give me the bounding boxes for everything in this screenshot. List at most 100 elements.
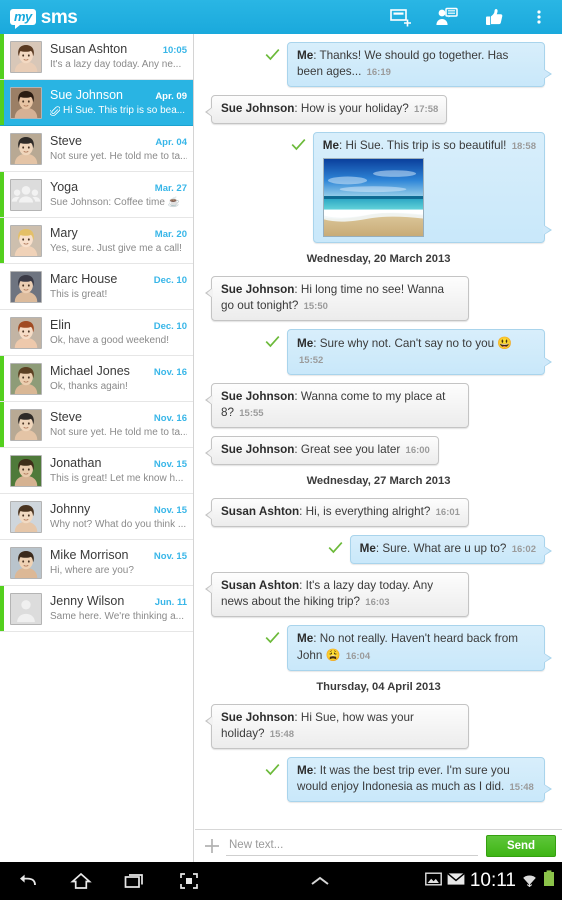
conversation-preview-row: This is great! Let me know h...	[50, 472, 187, 485]
message-time: 16:00	[405, 445, 430, 456]
conversation-name: Jonathan	[50, 456, 102, 470]
send-button[interactable]: Send	[486, 835, 556, 857]
conversation-item[interactable]: Yoga Mar. 27 Sue Johnson: Coffee time ☕	[0, 172, 193, 218]
message-bubble[interactable]: Me: Sure. What are u up to? 16:02	[349, 535, 553, 564]
message-row: Sue Johnson: Wanna come to my place at 8…	[205, 383, 552, 428]
conversation-preview-row: This is great!	[50, 288, 187, 301]
avatar	[10, 86, 42, 119]
delivered-check-icon	[265, 631, 280, 649]
message-row: Susan Ashton: It's a lazy day today. Any…	[205, 572, 552, 617]
message-time: 15:55	[239, 408, 264, 419]
thumbs-up-icon[interactable]	[470, 0, 516, 34]
message-bubble[interactable]: Susan Ashton: Hi, is everything alright?…	[205, 498, 469, 527]
message-row: Sue Johnson: Great see you later 16:00	[205, 436, 552, 465]
avatar	[10, 546, 42, 579]
unread-marker	[0, 448, 4, 493]
date-separator: Wednesday, 27 March 2013	[306, 475, 451, 487]
back-icon[interactable]	[0, 862, 54, 900]
avatar	[10, 40, 42, 73]
avatar	[10, 132, 42, 165]
conversation-list[interactable]: Susan Ashton 10:05 It's a lazy day today. …	[0, 34, 194, 862]
status-icons: 10:11	[424, 870, 562, 892]
conversation-item[interactable]: Mike Morrison Nov. 15 Hi, where are you?	[0, 540, 193, 586]
conversation-name: Mike Morrison	[50, 548, 129, 562]
message-bubble[interactable]: Sue Johnson: Great see you later 16:00	[205, 436, 439, 465]
message-time: 18:58	[511, 141, 536, 152]
conversation-item[interactable]: Jenny Wilson Jun. 11 Same here. We're thin…	[0, 586, 193, 632]
conversation-preview: Yes, sure. Just give me a call!	[50, 243, 182, 254]
conversation-item[interactable]: Elin Dec. 10 Ok, have a good weekend!	[0, 310, 193, 356]
conversation-name: Steve	[50, 134, 82, 148]
avatar	[10, 224, 42, 257]
conversation-preview-row: Yes, sure. Just give me a call!	[50, 242, 187, 255]
conversation-date: Nov. 16	[153, 413, 187, 424]
date-separator: Thursday, 04 April 2013	[316, 681, 441, 693]
message-sender: Sue Johnson	[221, 102, 295, 115]
conversation-item[interactable]: Susan Ashton 10:05 It's a lazy day today. …	[0, 34, 193, 80]
conversation-item[interactable]: Mary Mar. 20 Yes, sure. Just give me a cal…	[0, 218, 193, 264]
message-bubble[interactable]: Me: No not really. Haven't heard back fr…	[287, 625, 552, 671]
unread-marker	[0, 172, 4, 217]
delivered-check-icon	[265, 763, 280, 781]
conversation-item[interactable]: Jonathan Nov. 15 This is great! Let me kno…	[0, 448, 193, 494]
conversation-name: Marc House	[50, 272, 118, 286]
message-composer: Send	[195, 829, 562, 862]
expand-icon[interactable]	[216, 874, 425, 888]
avatar	[10, 454, 42, 487]
recent-apps-icon[interactable]	[108, 862, 162, 900]
message-time: 17:58	[413, 104, 439, 115]
message-sender: Sue Johnson	[221, 390, 295, 403]
message-time: 16:01	[435, 507, 460, 518]
message-time: 16:03	[365, 597, 390, 608]
conversation-date: Apr. 04	[155, 137, 187, 148]
message-time: 16:02	[511, 544, 536, 555]
conversation-preview-row: Ok, have a good weekend!	[50, 334, 187, 347]
conversation-date: Jun. 11	[154, 597, 187, 608]
new-message-input[interactable]	[226, 836, 478, 856]
new-message-icon[interactable]	[378, 0, 424, 34]
group-message-icon[interactable]	[424, 0, 470, 34]
message-row: Me: Sure. What are u up to? 16:02	[205, 535, 553, 564]
message-thread[interactable]: Me: Thanks! We should go together. Has b…	[195, 34, 562, 829]
message-bubble[interactable]: Susan Ashton: It's a lazy day today. Any…	[205, 572, 469, 617]
message-text: Great see you later	[300, 443, 401, 456]
conversation-item[interactable]: Michael Jones Nov. 16 Ok, thanks again!	[0, 356, 193, 402]
add-attachment-icon[interactable]	[203, 837, 221, 855]
conversation-item[interactable]: Johnny Nov. 15 Why not? What do you think …	[0, 494, 193, 540]
message-sender: Me	[359, 542, 376, 555]
message-bubble[interactable]: Me: Sure why not. Can't say no to you 😃 …	[287, 329, 552, 375]
message-bubble[interactable]: Me: Hi Sue. This trip is so beautiful! 1…	[312, 132, 553, 243]
message-bubble[interactable]: Sue Johnson: Hi long time no see! Wanna …	[205, 276, 469, 321]
conversation-name: Michael Jones	[50, 364, 130, 378]
conversation-preview: Not sure yet. He told me to ta...	[50, 151, 187, 162]
message-bubble[interactable]: Sue Johnson: Wanna come to my place at 8…	[205, 383, 469, 428]
message-row: Sue Johnson: How is your holiday? 17:58	[204, 95, 552, 124]
conversation-date: Mar. 27	[154, 183, 187, 194]
avatar	[10, 178, 42, 211]
overflow-menu-icon[interactable]	[516, 0, 562, 34]
conversation-item[interactable]: Sue Johnson Apr. 09 Hi Sue. This trip is s…	[0, 80, 193, 126]
message-emoji: 😩	[325, 648, 341, 662]
message-bubble[interactable]: Me: Thanks! We should go together. Has b…	[287, 42, 552, 87]
message-sender: Me	[322, 139, 340, 152]
home-icon[interactable]	[54, 862, 108, 900]
message-time: 16:19	[366, 67, 391, 78]
conversation-item[interactable]: Steve Apr. 04 Not sure yet. He told me to …	[0, 126, 193, 172]
conversation-name: Jenny Wilson	[50, 594, 125, 608]
message-row: Me: It was the best trip ever. I'm sure …	[205, 757, 552, 802]
date-separator: Wednesday, 20 March 2013	[306, 253, 451, 265]
conversation-item[interactable]: Marc House Dec. 10 This is great!	[0, 264, 193, 310]
message-bubble[interactable]: Sue Johnson: How is your holiday? 17:58	[204, 95, 448, 124]
message-bubble[interactable]: Me: It was the best trip ever. I'm sure …	[287, 757, 552, 802]
message-bubble[interactable]: Sue Johnson: Hi Sue, how was your holida…	[205, 704, 469, 749]
message-row: Sue Johnson: Hi Sue, how was your holida…	[205, 704, 552, 749]
conversation-preview: Hi, where are you?	[50, 565, 134, 576]
message-row: Me: Hi Sue. This trip is so beautiful! 1…	[205, 132, 553, 243]
screenshot-icon[interactable]	[162, 862, 216, 900]
unread-marker	[0, 264, 4, 309]
conversation-preview: This is great! Let me know h...	[50, 473, 184, 484]
conversation-date: Dec. 10	[153, 321, 187, 332]
conversation-item[interactable]: Steve Nov. 16 Not sure yet. He told me to …	[0, 402, 193, 448]
conversation-date: Nov. 15	[153, 551, 187, 562]
delivered-check-icon	[265, 48, 280, 66]
